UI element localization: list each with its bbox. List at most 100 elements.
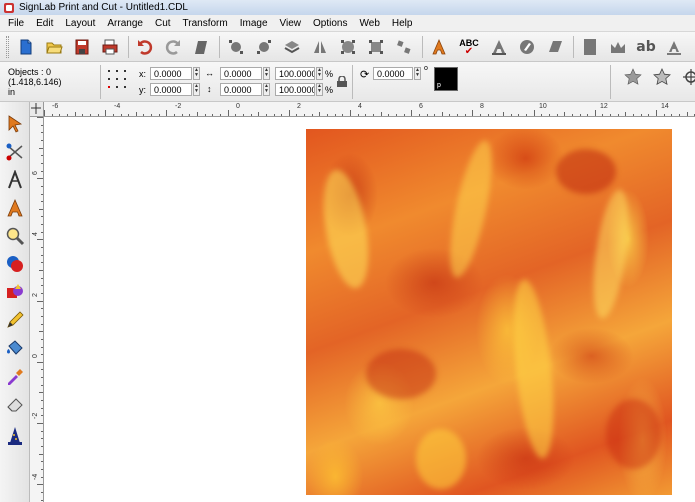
- select-tool[interactable]: [3, 112, 27, 136]
- redo-button[interactable]: [162, 36, 184, 58]
- ruler-tick: [372, 114, 374, 116]
- width-spinner[interactable]: ▲ ▼: [263, 67, 270, 80]
- x-position-field[interactable]: [150, 67, 192, 80]
- scale-height-spinner[interactable]: ▲ ▼: [316, 83, 323, 96]
- x-spinner[interactable]: ▲ ▼: [193, 67, 200, 80]
- menu-help[interactable]: Help: [386, 15, 419, 32]
- menu-layout[interactable]: Layout: [59, 15, 101, 32]
- color-swatch[interactable]: p: [434, 67, 458, 91]
- weld-button[interactable]: [225, 36, 247, 58]
- ruler-tick: [197, 112, 198, 116]
- ruler-tick: [212, 114, 214, 116]
- y-spinner[interactable]: ▲ ▼: [193, 83, 200, 96]
- fire-texture-image[interactable]: [306, 129, 672, 495]
- pencil-tool[interactable]: [3, 308, 27, 332]
- vertical-ruler[interactable]: 6 4 2 0 -2 -4: [30, 117, 44, 502]
- lock-icon[interactable]: [336, 76, 348, 87]
- undo-button[interactable]: [134, 36, 156, 58]
- ruler-tick: [41, 139, 43, 141]
- rotation-field[interactable]: [373, 67, 413, 80]
- text-tool[interactable]: [3, 196, 27, 220]
- menu-cut[interactable]: Cut: [149, 15, 177, 32]
- skew-button[interactable]: [190, 36, 212, 58]
- new-file-button[interactable]: [15, 36, 37, 58]
- crosshair-button[interactable]: [680, 66, 695, 88]
- menu-arrange[interactable]: Arrange: [101, 15, 149, 32]
- anchor-point-grid[interactable]: [108, 70, 128, 94]
- percent-w-label: %: [325, 69, 334, 79]
- fill-tool[interactable]: [3, 336, 27, 360]
- menu-image[interactable]: Image: [234, 15, 274, 32]
- text-arc-button[interactable]: [663, 36, 685, 58]
- ruler-tick: [143, 114, 145, 116]
- ruler-tick: [663, 114, 665, 116]
- window-title: SignLab Print and Cut - Untitled1.CDL: [19, 2, 188, 13]
- cut-tool[interactable]: [3, 140, 27, 164]
- arrow-pointer-icon: [8, 115, 23, 133]
- crown-icon: [611, 41, 625, 53]
- menu-file[interactable]: File: [2, 15, 30, 32]
- zoom-tool[interactable]: [3, 224, 27, 248]
- trim-button[interactable]: [253, 36, 275, 58]
- ruler-tick: [39, 208, 43, 210]
- ruler-tick: [319, 112, 321, 116]
- ruler-h-label: -2: [175, 103, 182, 110]
- open-file-button[interactable]: [43, 36, 65, 58]
- eraser-tool[interactable]: [3, 392, 27, 416]
- node-edit-tool[interactable]: [3, 168, 27, 192]
- text-button[interactable]: [428, 36, 450, 58]
- ruler-tick: [41, 461, 43, 463]
- rotation-spinner[interactable]: ▲ ▼: [414, 67, 421, 80]
- spellcheck-button[interactable]: ABC ✔: [456, 36, 482, 58]
- menu-bar: File Edit Layout Arrange Cut Transform I…: [0, 15, 695, 32]
- height-field[interactable]: [220, 83, 262, 96]
- ruler-tick: [426, 114, 428, 116]
- rectangle-node-button[interactable]: [365, 36, 387, 58]
- ruler-tick: [273, 114, 275, 116]
- ruler-tick: [41, 185, 43, 187]
- menu-edit[interactable]: Edit: [30, 15, 59, 32]
- ruler-tick: [403, 114, 405, 116]
- ruler-tick: [327, 114, 329, 116]
- ruler-tick: [41, 338, 43, 340]
- break-apart-button[interactable]: [393, 36, 415, 58]
- color-fill-button[interactable]: [516, 36, 538, 58]
- print-icon: [102, 39, 118, 54]
- shape-button[interactable]: [544, 36, 566, 58]
- wizard-tool[interactable]: [3, 424, 27, 448]
- shape-tool[interactable]: [3, 252, 27, 276]
- ruler-tick: [41, 201, 43, 203]
- save-file-button[interactable]: [71, 36, 93, 58]
- crown-button[interactable]: [607, 36, 629, 58]
- mirror-button[interactable]: [309, 36, 331, 58]
- menu-transform[interactable]: Transform: [177, 15, 234, 32]
- ruler-tick: [39, 147, 43, 149]
- toolbar-grip[interactable]: [6, 35, 9, 58]
- text-style-button[interactable]: ab: [635, 39, 657, 55]
- scale-width-spinner[interactable]: ▲ ▼: [316, 67, 323, 80]
- scale-width-field[interactable]: [275, 67, 315, 80]
- star-button[interactable]: [622, 66, 644, 88]
- horizontal-ruler[interactable]: -6 -4 -2 0 2 4 6 8 10 12 14: [44, 102, 695, 117]
- menu-view[interactable]: View: [274, 15, 308, 32]
- height-spinner[interactable]: ▲ ▼: [263, 83, 270, 96]
- ruler-corner[interactable]: [30, 102, 44, 117]
- ruler-h-label: -4: [114, 103, 121, 110]
- ruler-tick: [296, 114, 298, 116]
- menu-web[interactable]: Web: [354, 15, 386, 32]
- scale-height-field[interactable]: [275, 83, 315, 96]
- node-edit-icon: [8, 170, 22, 189]
- print-button[interactable]: [99, 36, 121, 58]
- y-position-field[interactable]: [150, 83, 192, 96]
- ruler-tick: [41, 415, 43, 417]
- rotation-icon: ⟳: [360, 69, 370, 81]
- width-field[interactable]: [220, 67, 262, 80]
- eyedropper-tool[interactable]: [3, 364, 27, 388]
- menu-options[interactable]: Options: [307, 15, 353, 32]
- envelope-button[interactable]: [281, 36, 303, 58]
- color-tool[interactable]: [3, 280, 27, 304]
- text-outline-button[interactable]: [488, 36, 510, 58]
- star-outline-button[interactable]: [651, 66, 673, 88]
- circle-node-button[interactable]: [337, 36, 359, 58]
- plate-button[interactable]: [579, 36, 601, 58]
